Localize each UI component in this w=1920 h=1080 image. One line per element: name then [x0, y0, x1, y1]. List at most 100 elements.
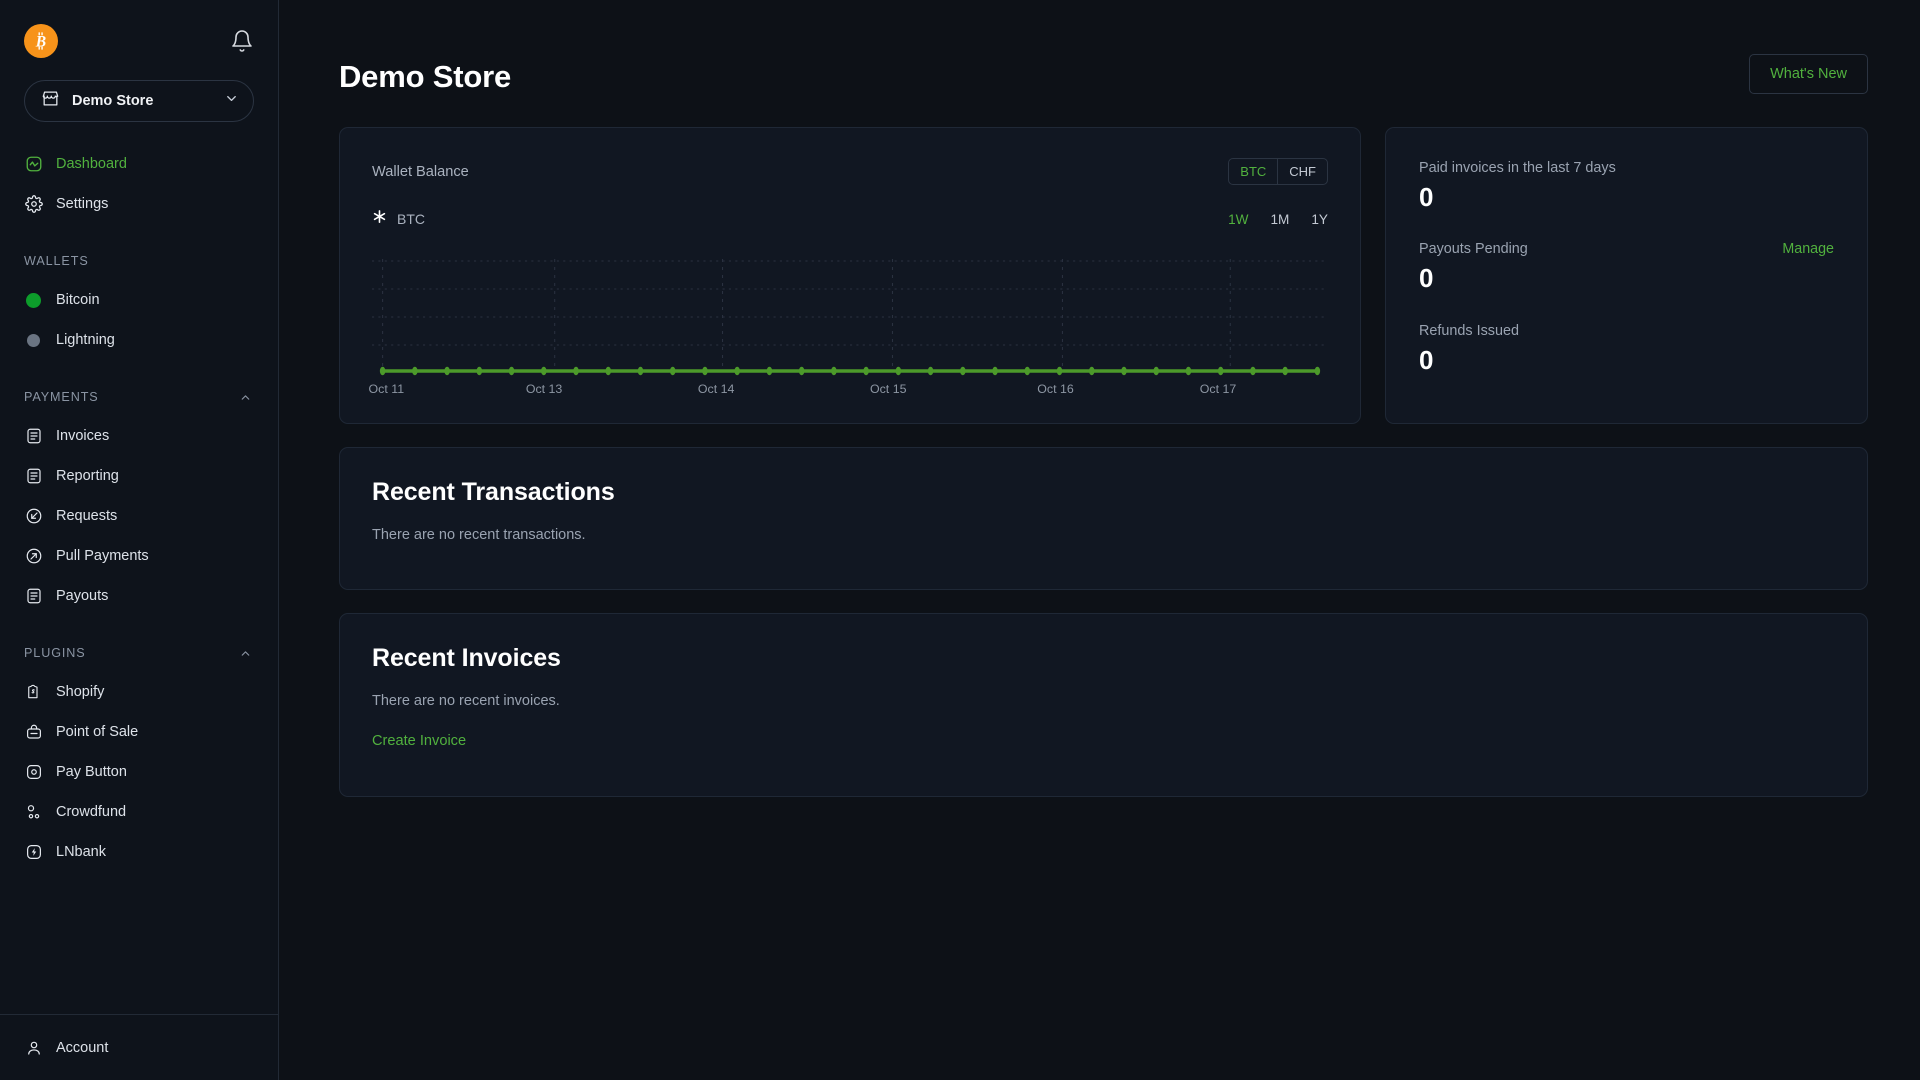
sidebar-item-shopify[interactable]: Shopify — [0, 672, 278, 712]
stat-value: 0 — [1419, 182, 1434, 213]
chart-data-point[interactable] — [605, 366, 612, 376]
sidebar-item-account[interactable]: Account — [0, 1028, 132, 1068]
chart-data-point[interactable] — [1282, 366, 1288, 376]
sidebar-item-dashboard[interactable]: Dashboard — [0, 144, 278, 184]
sidebar-item-requests[interactable]: Requests — [0, 496, 278, 536]
chart-data-point[interactable] — [669, 366, 676, 376]
range-1y[interactable]: 1Y — [1311, 212, 1328, 227]
balance-chart[interactable]: Oct 11 Oct 13 Oct 14 Oct 15 Oct 16 Oct 17 — [369, 259, 1328, 396]
wallet-balance-title: Wallet Balance — [372, 163, 469, 180]
shopify-bag-icon — [24, 683, 43, 702]
create-invoice-link[interactable]: Create Invoice — [372, 733, 466, 749]
recent-transactions-title: Recent Transactions — [372, 478, 615, 507]
sidebar-item-payouts[interactable]: Payouts — [0, 576, 278, 616]
sidebar-item-pay-button[interactable]: Pay Button — [0, 752, 278, 792]
sidebar-item-pull-payments[interactable]: Pull Payments — [0, 536, 278, 576]
chart-data-point[interactable] — [379, 366, 386, 376]
sidebar-item-label: Settings — [56, 196, 109, 212]
chart-x-tick: Oct 14 — [697, 382, 735, 397]
chart-data-point[interactable] — [1121, 366, 1127, 376]
sidebar-item-settings[interactable]: Settings — [0, 184, 278, 224]
recent-invoices-title: Recent Invoices — [372, 644, 561, 673]
sidebar-item-label: Invoices — [56, 428, 110, 444]
sidebar-item-reporting[interactable]: Reporting — [0, 456, 278, 496]
page-title: Demo Store — [339, 59, 511, 94]
invoice-icon — [24, 427, 43, 446]
chart-data-point[interactable] — [1056, 366, 1063, 376]
lightning-circle-icon — [24, 843, 43, 862]
sidebar-item-invoices[interactable]: Invoices — [0, 416, 278, 456]
chart-data-point[interactable] — [412, 366, 418, 376]
sidebar-item-label: Point of Sale — [56, 724, 139, 740]
report-icon — [24, 467, 43, 486]
chart-data-point[interactable] — [444, 366, 450, 376]
manage-payouts-link[interactable]: Manage — [1782, 241, 1834, 257]
chart-data-point[interactable] — [895, 366, 902, 376]
balance-chart-svg — [372, 259, 1328, 376]
chart-data-point[interactable] — [766, 366, 773, 376]
chart-data-point[interactable] — [798, 366, 805, 376]
sidebar: B Demo Store Dashboard Settings WALLETS … — [0, 0, 279, 1080]
sidebar-item-label: Requests — [56, 508, 118, 524]
recent-invoices-empty: There are no recent invoices. — [372, 693, 560, 710]
chart-data-point[interactable] — [573, 366, 579, 376]
stat-paid-invoices: Paid invoices in the last 7 days 0 — [1419, 160, 1834, 211]
range-1m[interactable]: 1M — [1270, 212, 1289, 227]
sidebar-item-label: Shopify — [56, 684, 105, 700]
pos-bag-icon — [24, 723, 43, 742]
chart-data-point[interactable] — [927, 366, 934, 376]
chart-data-point[interactable] — [1185, 366, 1192, 376]
user-icon — [24, 1038, 43, 1057]
chart-data-point[interactable] — [863, 366, 869, 376]
chart-x-tick: Oct 13 — [525, 382, 563, 397]
chart-data-point[interactable] — [734, 366, 740, 376]
chart-data-point[interactable] — [1088, 366, 1095, 376]
chart-data-point[interactable] — [541, 366, 547, 376]
currency-toggle[interactable]: BTC CHF — [1228, 158, 1328, 186]
crowdfund-icon — [24, 803, 43, 822]
whats-new-button[interactable]: What's New — [1749, 54, 1868, 94]
chart-data-point[interactable] — [508, 366, 515, 376]
chevron-down-icon — [224, 91, 239, 111]
chart-x-tick: Oct 15 — [869, 382, 907, 397]
chart-data-point[interactable] — [1024, 366, 1031, 376]
wallet-balance-card: Wallet Balance BTC CHF BTC 1W 1M 1Y Oct … — [339, 127, 1361, 425]
pay-button-icon — [24, 763, 43, 782]
chart-data-point[interactable] — [1217, 366, 1224, 376]
chart-data-point[interactable] — [1314, 366, 1321, 376]
svg-text:B: B — [35, 34, 46, 51]
sidebar-item-bitcoin[interactable]: Bitcoin — [0, 280, 278, 320]
chart-data-point[interactable] — [960, 366, 966, 376]
store-switcher[interactable]: Demo Store — [24, 80, 254, 122]
sidebar-section-plugins[interactable]: PLUGINS — [0, 638, 278, 668]
bell-icon[interactable] — [230, 29, 254, 53]
chart-data-point[interactable] — [702, 366, 708, 376]
sidebar-item-lightning[interactable]: Lightning — [0, 320, 278, 360]
chart-data-point[interactable] — [476, 366, 483, 376]
sidebar-item-crowdfund[interactable]: Crowdfund — [0, 792, 278, 832]
dashboard-pulse-icon — [24, 155, 43, 174]
chart-data-point[interactable] — [1153, 366, 1159, 376]
sidebar-item-label: Crowdfund — [56, 804, 127, 820]
currency-option-chf[interactable]: CHF — [1278, 159, 1327, 184]
recent-transactions-panel: Recent Transactions There are no recent … — [339, 447, 1868, 591]
sidebar-section-payments[interactable]: PAYMENTS — [0, 382, 278, 412]
stat-label: Refunds Issued — [1419, 322, 1519, 339]
store-icon — [41, 89, 60, 113]
range-selector[interactable]: 1W 1M 1Y — [1228, 212, 1328, 227]
chart-data-point[interactable] — [992, 366, 998, 376]
bitcoin-logo-icon[interactable]: B — [24, 24, 58, 58]
range-1w[interactable]: 1W — [1228, 212, 1248, 227]
wallet-balance-header: Wallet Balance BTC CHF — [372, 158, 1328, 186]
store-switcher-label: Demo Store — [72, 93, 154, 109]
currency-option-btc[interactable]: BTC — [1229, 159, 1279, 185]
arrow-in-circle-icon — [24, 507, 43, 526]
chart-data-point[interactable] — [1250, 366, 1256, 376]
sidebar-item-label: Account — [56, 1039, 109, 1056]
chart-data-point[interactable] — [637, 366, 644, 376]
sidebar-item-lnbank[interactable]: LNbank — [0, 832, 278, 872]
sidebar-item-label: Bitcoin — [56, 292, 100, 308]
sidebar-item-point-of-sale[interactable]: Point of Sale — [0, 712, 278, 752]
chart-data-point[interactable] — [831, 366, 837, 376]
sidebar-section-wallets: WALLETS — [0, 246, 278, 276]
